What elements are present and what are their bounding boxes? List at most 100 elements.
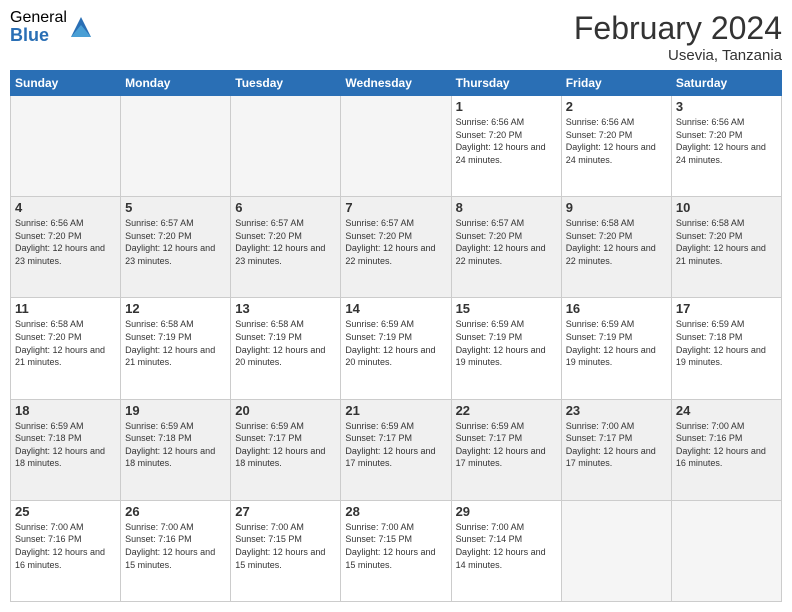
calendar-cell: 19 Sunrise: 6:59 AM Sunset: 7:18 PM Dayli…: [121, 399, 231, 500]
calendar-cell: 22 Sunrise: 6:59 AM Sunset: 7:17 PM Dayli…: [451, 399, 561, 500]
calendar-cell: 9 Sunrise: 6:58 AM Sunset: 7:20 PM Daylig…: [561, 197, 671, 298]
calendar-week-row: 25 Sunrise: 7:00 AM Sunset: 7:16 PM Dayli…: [11, 500, 782, 601]
day-info: Sunrise: 6:56 AM Sunset: 7:20 PM Dayligh…: [456, 116, 557, 166]
day-info: Sunrise: 6:58 AM Sunset: 7:19 PM Dayligh…: [125, 318, 226, 368]
day-number: 18: [15, 403, 116, 418]
calendar-cell: 27 Sunrise: 7:00 AM Sunset: 7:15 PM Dayli…: [231, 500, 341, 601]
day-number: 4: [15, 200, 116, 215]
day-number: 20: [235, 403, 336, 418]
calendar-cell: 8Sunrise: 6:57 AM Sunset: 7:20 PM Daylig…: [451, 197, 561, 298]
logo: General Blue: [10, 10, 91, 44]
day-number: 5: [125, 200, 226, 215]
logo-text: General Blue: [10, 10, 67, 44]
day-info: Sunrise: 6:59 AM Sunset: 7:18 PM Dayligh…: [676, 318, 777, 368]
location: Usevia, Tanzania: [574, 47, 782, 64]
page: General Blue February 2024 Usevia, Tanza…: [0, 0, 792, 612]
day-info: Sunrise: 7:00 AM Sunset: 7:15 PM Dayligh…: [235, 521, 336, 571]
day-info: Sunrise: 6:59 AM Sunset: 7:18 PM Dayligh…: [125, 420, 226, 470]
day-info: Sunrise: 6:58 AM Sunset: 7:20 PM Dayligh…: [566, 217, 667, 267]
calendar-cell: 3Sunrise: 6:56 AM Sunset: 7:20 PM Daylig…: [671, 96, 781, 197]
day-number: 25: [15, 504, 116, 519]
day-number: 22: [456, 403, 557, 418]
calendar-cell: 10 Sunrise: 6:58 AM Sunset: 7:20 PM Dayli…: [671, 197, 781, 298]
weekday-header: Sunday: [11, 71, 121, 96]
day-number: 16: [566, 301, 667, 316]
calendar-cell: 5 Sunrise: 6:57 AM Sunset: 7:20 PM Daylig…: [121, 197, 231, 298]
month-title: February 2024: [574, 10, 782, 47]
day-number: 26: [125, 504, 226, 519]
calendar-cell: [561, 500, 671, 601]
weekday-header: Thursday: [451, 71, 561, 96]
calendar-cell: 29 Sunrise: 7:00 AM Sunset: 7:14 PM Dayli…: [451, 500, 561, 601]
title-area: February 2024 Usevia, Tanzania: [574, 10, 782, 64]
day-number: 9: [566, 200, 667, 215]
day-number: 13: [235, 301, 336, 316]
day-number: 23: [566, 403, 667, 418]
day-number: 19: [125, 403, 226, 418]
calendar-cell: 20 Sunrise: 6:59 AM Sunset: 7:17 PM Dayli…: [231, 399, 341, 500]
day-number: 6: [235, 200, 336, 215]
calendar-cell: 7 Sunrise: 6:57 AM Sunset: 7:20 PM Daylig…: [341, 197, 451, 298]
day-info: Sunrise: 6:59 AM Sunset: 7:19 PM Dayligh…: [566, 318, 667, 368]
day-number: 1: [456, 99, 557, 114]
weekday-header: Tuesday: [231, 71, 341, 96]
calendar-cell: 16 Sunrise: 6:59 AM Sunset: 7:19 PM Dayli…: [561, 298, 671, 399]
day-number: 2: [566, 99, 667, 114]
day-info: Sunrise: 6:59 AM Sunset: 7:17 PM Dayligh…: [235, 420, 336, 470]
day-info: Sunrise: 6:59 AM Sunset: 7:17 PM Dayligh…: [345, 420, 446, 470]
calendar-cell: [121, 96, 231, 197]
day-number: 28: [345, 504, 446, 519]
calendar-cell: 23 Sunrise: 7:00 AM Sunset: 7:17 PM Dayli…: [561, 399, 671, 500]
day-number: 29: [456, 504, 557, 519]
day-number: 3: [676, 99, 777, 114]
day-number: 15: [456, 301, 557, 316]
calendar-week-row: 18 Sunrise: 6:59 AM Sunset: 7:18 PM Dayli…: [11, 399, 782, 500]
day-info: Sunrise: 6:59 AM Sunset: 7:17 PM Dayligh…: [456, 420, 557, 470]
calendar-cell: 26 Sunrise: 7:00 AM Sunset: 7:16 PM Dayli…: [121, 500, 231, 601]
day-info: Sunrise: 6:57 AM Sunset: 7:20 PM Dayligh…: [125, 217, 226, 267]
calendar-cell: 14 Sunrise: 6:59 AM Sunset: 7:19 PM Dayli…: [341, 298, 451, 399]
calendar-cell: 4 Sunrise: 6:56 AM Sunset: 7:20 PM Daylig…: [11, 197, 121, 298]
day-info: Sunrise: 6:57 AM Sunset: 7:20 PM Dayligh…: [235, 217, 336, 267]
calendar: SundayMondayTuesdayWednesdayThursdayFrid…: [10, 70, 782, 602]
calendar-cell: [231, 96, 341, 197]
day-info: Sunrise: 6:56 AM Sunset: 7:20 PM Dayligh…: [15, 217, 116, 267]
weekday-header: Monday: [121, 71, 231, 96]
header: General Blue February 2024 Usevia, Tanza…: [10, 10, 782, 64]
calendar-cell: 6 Sunrise: 6:57 AM Sunset: 7:20 PM Daylig…: [231, 197, 341, 298]
day-number: 14: [345, 301, 446, 316]
day-info: Sunrise: 6:58 AM Sunset: 7:20 PM Dayligh…: [676, 217, 777, 267]
day-info: Sunrise: 6:58 AM Sunset: 7:19 PM Dayligh…: [235, 318, 336, 368]
logo-general: General: [10, 10, 67, 26]
day-number: 7: [345, 200, 446, 215]
day-info: Sunrise: 6:59 AM Sunset: 7:18 PM Dayligh…: [15, 420, 116, 470]
calendar-cell: 1 Sunrise: 6:56 AM Sunset: 7:20 PM Daylig…: [451, 96, 561, 197]
day-info: Sunrise: 7:00 AM Sunset: 7:16 PM Dayligh…: [676, 420, 777, 470]
day-info: Sunrise: 7:00 AM Sunset: 7:16 PM Dayligh…: [15, 521, 116, 571]
day-number: 10: [676, 200, 777, 215]
day-number: 12: [125, 301, 226, 316]
day-info: Sunrise: 7:00 AM Sunset: 7:15 PM Dayligh…: [345, 521, 446, 571]
calendar-cell: 17 Sunrise: 6:59 AM Sunset: 7:18 PM Dayli…: [671, 298, 781, 399]
day-info: Sunrise: 7:00 AM Sunset: 7:14 PM Dayligh…: [456, 521, 557, 571]
day-info: Sunrise: 6:57 AM Sunset: 7:20 PM Dayligh…: [345, 217, 446, 267]
calendar-cell: 21Sunrise: 6:59 AM Sunset: 7:17 PM Dayli…: [341, 399, 451, 500]
day-info: Sunrise: 6:59 AM Sunset: 7:19 PM Dayligh…: [345, 318, 446, 368]
calendar-week-row: 4 Sunrise: 6:56 AM Sunset: 7:20 PM Daylig…: [11, 197, 782, 298]
day-number: 27: [235, 504, 336, 519]
calendar-cell: [671, 500, 781, 601]
day-info: Sunrise: 6:56 AM Sunset: 7:20 PM Dayligh…: [566, 116, 667, 166]
day-info: Sunrise: 7:00 AM Sunset: 7:16 PM Dayligh…: [125, 521, 226, 571]
day-number: 24: [676, 403, 777, 418]
calendar-cell: [341, 96, 451, 197]
calendar-week-row: 1 Sunrise: 6:56 AM Sunset: 7:20 PM Daylig…: [11, 96, 782, 197]
day-info: Sunrise: 6:58 AM Sunset: 7:20 PM Dayligh…: [15, 318, 116, 368]
calendar-cell: 25 Sunrise: 7:00 AM Sunset: 7:16 PM Dayli…: [11, 500, 121, 601]
calendar-cell: 2 Sunrise: 6:56 AM Sunset: 7:20 PM Daylig…: [561, 96, 671, 197]
weekday-header: Wednesday: [341, 71, 451, 96]
day-number: 11: [15, 301, 116, 316]
day-info: Sunrise: 7:00 AM Sunset: 7:17 PM Dayligh…: [566, 420, 667, 470]
day-number: 17: [676, 301, 777, 316]
calendar-cell: 28 Sunrise: 7:00 AM Sunset: 7:15 PM Dayli…: [341, 500, 451, 601]
weekday-header: Saturday: [671, 71, 781, 96]
